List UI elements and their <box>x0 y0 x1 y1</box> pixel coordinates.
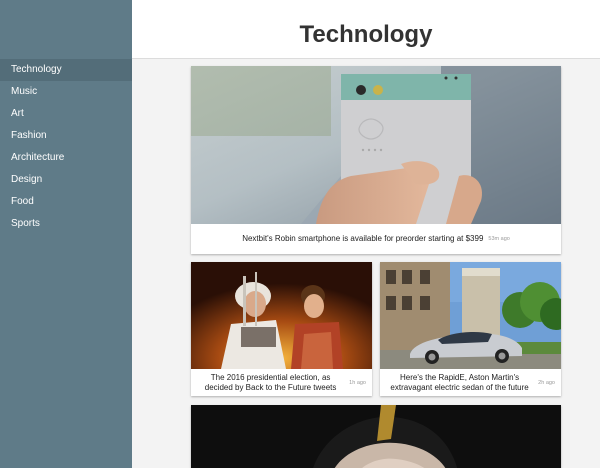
phone-in-hand-photo[interactable] <box>191 66 561 224</box>
sidebar-item-architecture[interactable]: Architecture <box>0 147 132 169</box>
sidebar-item-fashion[interactable]: Fashion <box>0 125 132 147</box>
article-card[interactable] <box>191 405 561 468</box>
article-caption: Here's the RapidE, Aston Martin's extrav… <box>380 369 561 396</box>
page-title: Technology <box>299 21 433 48</box>
aston-martin-car-photo[interactable] <box>380 262 561 369</box>
top-bar: Technology <box>132 0 600 59</box>
article-card[interactable]: The 2016 presidential election, as decid… <box>191 262 372 396</box>
sidebar-item-art[interactable]: Art <box>0 103 132 125</box>
article-timestamp: 1h ago <box>349 379 366 386</box>
sidebar-item-music[interactable]: Music <box>0 81 132 103</box>
portrait-photo[interactable] <box>191 405 561 468</box>
sidebar-item-sports[interactable]: Sports <box>0 213 132 235</box>
article-card[interactable]: Here's the RapidE, Aston Martin's extrav… <box>380 262 561 396</box>
article-headline[interactable]: Here's the RapidE, Aston Martin's extrav… <box>386 373 533 393</box>
sidebar: Technology Music Art Fashion Architectur… <box>0 0 132 468</box>
sidebar-item-technology[interactable]: Technology <box>0 59 132 81</box>
article-headline[interactable]: Nextbit's Robin smartphone is available … <box>242 234 483 244</box>
article-timestamp: 2h ago <box>538 379 555 386</box>
sidebar-item-design[interactable]: Design <box>0 169 132 191</box>
article-caption: The 2016 presidential election, as decid… <box>191 369 372 396</box>
back-to-the-future-photo[interactable] <box>191 262 372 369</box>
article-card[interactable]: Nextbit's Robin smartphone is available … <box>191 66 561 254</box>
article-headline[interactable]: The 2016 presidential election, as decid… <box>197 373 344 393</box>
article-caption: Nextbit's Robin smartphone is available … <box>191 224 561 254</box>
sidebar-item-food[interactable]: Food <box>0 191 132 213</box>
article-timestamp: 53m ago <box>488 236 510 242</box>
